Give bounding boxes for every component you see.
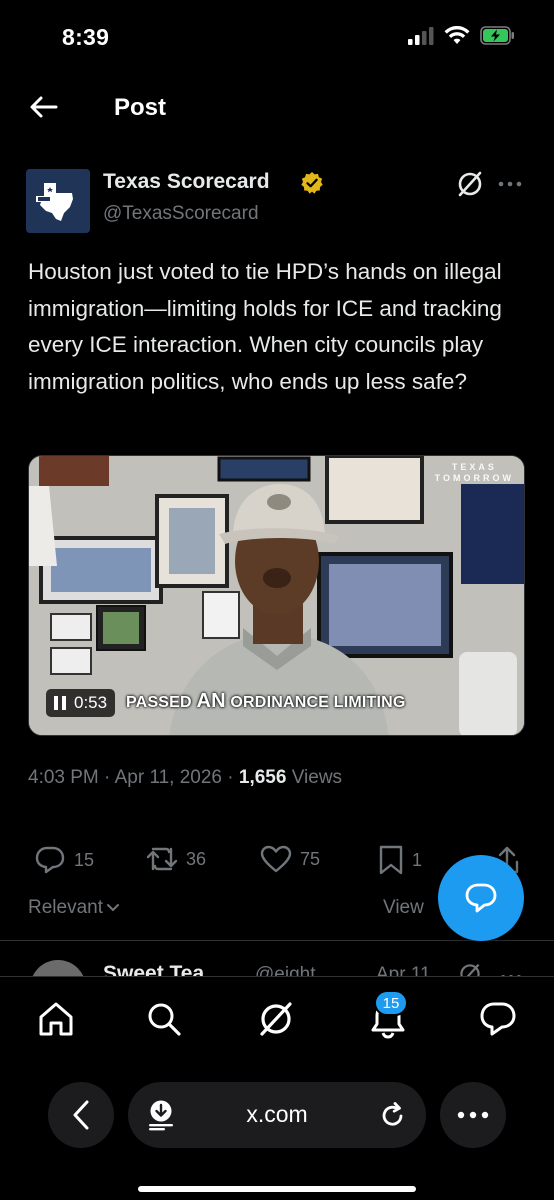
status-time: 8:39 — [62, 24, 110, 50]
verified-badge-icon — [300, 171, 324, 195]
reply-avatar — [30, 960, 86, 976]
texas-scorecard-logo-icon — [26, 169, 90, 233]
reply-preview[interactable]: Sweet Tea @eight Apr 11 — [0, 950, 554, 976]
video-time-label: 0:53 — [74, 693, 108, 712]
sort-replies-dropdown[interactable]: Relevant — [28, 897, 120, 919]
views-count: 1,656 — [238, 767, 287, 788]
pause-icon — [54, 696, 66, 710]
chat-bubble-icon — [465, 883, 497, 913]
chevron-left-icon — [73, 1100, 89, 1130]
grok-button[interactable] — [456, 170, 484, 198]
grok-icon — [458, 171, 482, 197]
notifications-badge: 15 — [374, 990, 408, 1016]
post-text: Houston just voted to tie HPD’s hands on… — [28, 259, 502, 394]
bottom-tab-bar — [0, 976, 554, 1068]
author-name[interactable]: Texas Scorecard — [103, 170, 270, 194]
reply-grok-icon — [460, 963, 480, 976]
reply-icon — [35, 846, 65, 874]
browser-back-button[interactable] — [48, 1082, 114, 1148]
page-title: Post — [114, 94, 167, 121]
view-quotes-link[interactable]: View — [383, 897, 424, 919]
tab-grok[interactable] — [254, 997, 298, 1041]
message-bubble-icon — [480, 1002, 516, 1036]
reply-count: 15 — [74, 849, 95, 870]
post-meta: 4:03 PM · Apr 11, 2026 · 1,656 Views — [28, 767, 342, 789]
video-watermark: TEXAS TOMORROW — [434, 462, 514, 483]
reply-date: Apr 11 — [376, 964, 431, 976]
reply-compose-fab[interactable] — [438, 855, 524, 941]
back-button[interactable] — [26, 90, 60, 124]
bookmark-button[interactable]: 1 — [378, 845, 422, 875]
address-bar[interactable]: x.com — [128, 1082, 426, 1148]
post-timestamp: 4:03 PM · Apr 11, 2026 · — [28, 767, 239, 788]
repost-icon — [146, 847, 178, 871]
sort-label: Relevant — [28, 897, 103, 918]
home-icon — [39, 1002, 73, 1036]
arrow-left-icon — [30, 96, 58, 118]
author-handle[interactable]: @TexasScorecard — [103, 203, 259, 225]
like-button[interactable]: 75 — [260, 845, 320, 873]
grok-icon — [260, 1002, 292, 1036]
bookmark-count: 1 — [412, 849, 423, 870]
tab-search[interactable] — [142, 997, 186, 1041]
tab-home[interactable] — [34, 997, 78, 1041]
status-bar: 8:39 — [0, 0, 554, 76]
video-playback-control[interactable]: 0:53 — [46, 689, 116, 717]
reply-button[interactable]: 15 — [34, 845, 94, 875]
top-app-bar: Post — [0, 80, 554, 138]
wifi-icon — [444, 25, 470, 50]
search-icon — [148, 1003, 181, 1036]
bookmark-icon — [379, 845, 403, 875]
heart-icon — [260, 845, 292, 873]
video-caption: PASSED AN ORDINANCE LIMITING — [126, 690, 406, 712]
views-label: Views — [286, 767, 343, 788]
home-indicator — [138, 1186, 416, 1192]
divider — [0, 940, 554, 941]
like-count: 75 — [300, 848, 321, 869]
browser-more-button[interactable] — [440, 1082, 506, 1148]
battery-charging-icon — [480, 26, 516, 50]
more-options-button[interactable] — [496, 176, 524, 192]
more-horizontal-icon — [498, 181, 522, 187]
cellular-signal-icon — [408, 26, 434, 50]
repost-count: 36 — [186, 848, 207, 869]
status-icons — [408, 25, 516, 50]
tab-messages[interactable] — [476, 997, 520, 1041]
reply-author-name: Sweet Tea — [103, 962, 205, 976]
reload-icon[interactable] — [378, 1100, 408, 1130]
chevron-down-icon — [107, 904, 119, 912]
author-avatar[interactable] — [26, 169, 90, 233]
repost-button[interactable]: 36 — [146, 845, 206, 873]
reply-author-handle: @eight — [255, 964, 316, 976]
browser-toolbar: x.com — [0, 1068, 554, 1200]
more-horizontal-icon — [457, 1111, 489, 1119]
